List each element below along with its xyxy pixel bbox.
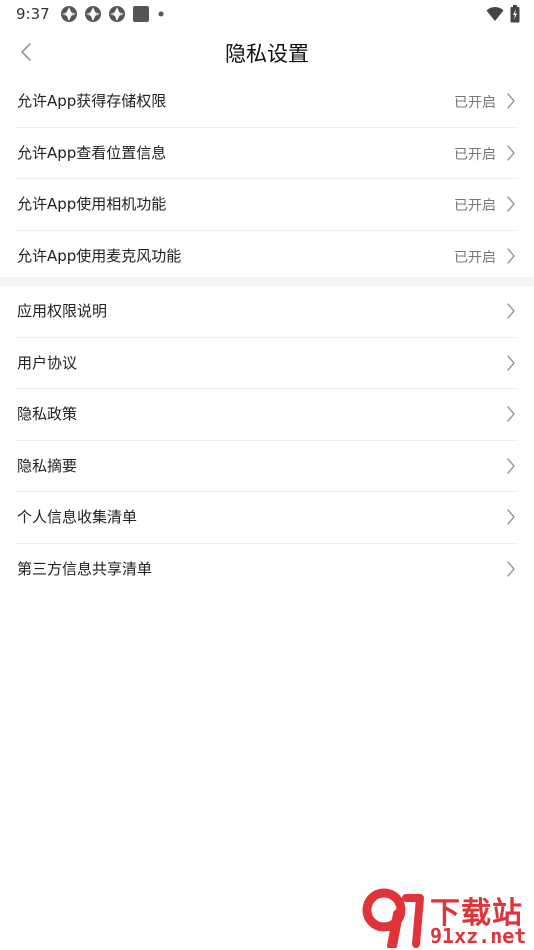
status-text: 已开启 xyxy=(454,146,496,163)
chevron-right-icon xyxy=(507,93,515,109)
row-label: 第三方信息共享清单 xyxy=(17,559,153,578)
wifi-icon xyxy=(486,6,504,21)
link-row-privacy-policy[interactable]: 隐私政策 xyxy=(16,389,518,441)
app-notification-icon xyxy=(85,6,101,22)
watermark: 下载站 91xz.net xyxy=(362,886,534,950)
row-label: 允许App使用麦克风功能 xyxy=(17,246,182,265)
info-link-list: 应用权限说明 用户协议 隐私政策 隐私摘要 个人信息收集清单 第三方信息共享清单 xyxy=(0,286,534,595)
permission-row-location[interactable]: 允许App查看位置信息 已开启 xyxy=(16,128,518,180)
status-bar: 9:37 xyxy=(0,0,534,28)
page-title: 隐私设置 xyxy=(225,42,309,66)
link-row-third-party-sharing[interactable]: 第三方信息共享清单 xyxy=(16,544,518,595)
notification-icons xyxy=(60,4,166,24)
permission-row-camera[interactable]: 允许App使用相机功能 已开启 xyxy=(16,179,518,231)
chevron-right-icon xyxy=(507,303,515,319)
link-row-privacy-summary[interactable]: 隐私摘要 xyxy=(16,441,518,493)
status-text: 已开启 xyxy=(454,198,496,215)
dot-icon xyxy=(158,11,164,17)
row-label: 隐私摘要 xyxy=(17,456,78,475)
link-row-personal-info-list[interactable]: 个人信息收集清单 xyxy=(16,492,518,544)
chevron-right-icon xyxy=(507,144,515,161)
chevron-right-icon xyxy=(507,458,515,474)
app-notification-icon xyxy=(61,6,77,22)
link-row-user-agreement[interactable]: 用户协议 xyxy=(16,338,518,390)
watermark-domain: 91xz.net xyxy=(430,924,527,948)
link-row-app-permissions[interactable]: 应用权限说明 xyxy=(16,286,518,338)
nav-bar: 隐私设置 xyxy=(0,28,534,76)
chevron-right-icon xyxy=(507,196,515,212)
status-text: 已开启 xyxy=(454,249,496,266)
row-label: 允许App使用相机功能 xyxy=(17,195,167,214)
permission-list: 允许App获得存储权限 已开启 允许App查看位置信息 已开启 允许App使用相… xyxy=(0,76,534,281)
row-label: 隐私政策 xyxy=(17,405,78,424)
section-divider xyxy=(0,277,534,286)
chevron-right-icon xyxy=(507,354,515,371)
square-notification-icon xyxy=(133,6,149,22)
watermark-logo xyxy=(362,888,424,948)
permission-row-microphone[interactable]: 允许App使用麦克风功能 已开启 xyxy=(16,231,518,282)
chevron-right-icon xyxy=(507,248,515,264)
row-label: 应用权限说明 xyxy=(17,302,108,320)
row-label: 个人信息收集清单 xyxy=(17,508,138,527)
chevron-right-icon xyxy=(507,406,515,422)
status-right-icons xyxy=(486,4,520,24)
status-time: 9:37 xyxy=(16,5,50,23)
status-text: 已开启 xyxy=(454,95,496,111)
battery-icon xyxy=(510,5,520,23)
chevron-right-icon xyxy=(507,561,515,577)
row-label: 允许App获得存储权限 xyxy=(17,92,167,110)
chevron-right-icon xyxy=(507,509,515,526)
app-notification-icon xyxy=(109,6,125,22)
row-label: 允许App查看位置信息 xyxy=(17,143,167,162)
permission-row-storage[interactable]: 允许App获得存储权限 已开启 xyxy=(16,76,518,128)
row-label: 用户协议 xyxy=(17,353,78,372)
